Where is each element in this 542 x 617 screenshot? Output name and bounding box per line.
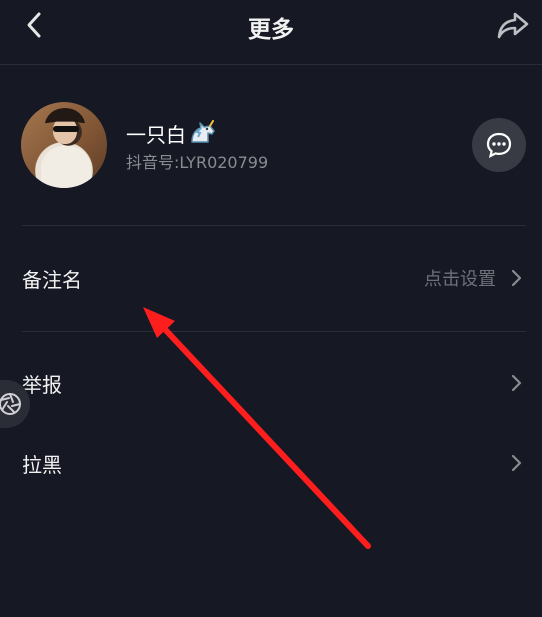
menu-item-label: 拉黑	[22, 453, 62, 477]
menu-item-hint: 点击设置	[424, 269, 496, 290]
aperture-icon	[0, 393, 21, 415]
profile-name-line: 一只白	[126, 119, 216, 148]
profile-name: 一只白	[126, 123, 186, 147]
chevron-right-icon	[511, 454, 522, 472]
profile-card[interactable]: 一只白 抖音号:LYR020799	[0, 64, 542, 225]
share-icon[interactable]	[496, 10, 530, 40]
message-button[interactable]	[472, 118, 526, 172]
menu-item-label: 备注名	[22, 268, 82, 292]
menu-item-block[interactable]: 拉黑	[0, 435, 542, 491]
chevron-right-icon	[511, 374, 522, 392]
menu-item-report[interactable]: 举报	[0, 355, 542, 411]
page-title: 更多	[248, 17, 294, 43]
avatar-glasses	[53, 126, 79, 132]
account-id: 抖音号:LYR020799	[126, 153, 269, 172]
message-icon	[486, 132, 512, 159]
avatar[interactable]	[21, 102, 107, 188]
divider	[22, 331, 526, 332]
avatar-body	[41, 146, 91, 188]
chevron-right-icon	[511, 269, 522, 287]
divider	[22, 225, 526, 226]
menu-item-remark-name[interactable]: 备注名 点击设置	[0, 250, 542, 306]
unicorn-icon	[191, 120, 215, 143]
top-bar: 更多	[0, 0, 542, 65]
